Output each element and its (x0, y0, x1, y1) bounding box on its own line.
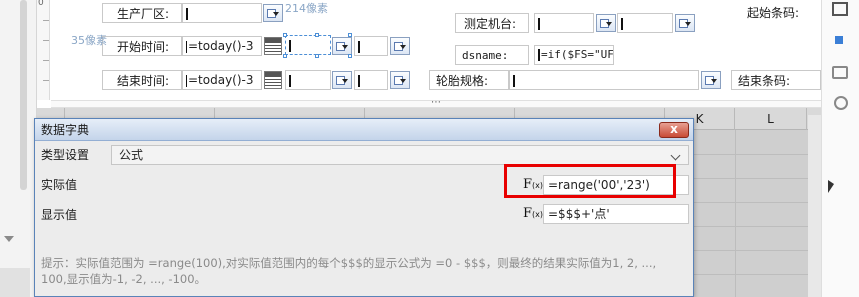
selection-handle[interactable] (315, 33, 319, 37)
ruler-tick (43, 60, 49, 61)
machine-field-2[interactable] (617, 13, 673, 33)
left-scrollbar-thumb[interactable] (20, 0, 27, 190)
grid-line (692, 250, 821, 251)
ruler-tick (43, 40, 49, 41)
height-note: 35像素 (71, 34, 107, 47)
start-hour-field[interactable] (285, 35, 331, 55)
dsname-label: dsname: (455, 45, 529, 65)
column-header-l[interactable]: L (735, 108, 807, 130)
machine-dropdown-1-icon[interactable] (596, 14, 616, 32)
factory-label: 生产厂区: (102, 3, 182, 23)
link-icon[interactable] (831, 93, 851, 113)
selection-handle[interactable] (348, 33, 352, 37)
end-time-label: 结束时间: (102, 70, 182, 90)
close-icon[interactable]: x (659, 122, 689, 138)
type-setting-value: 公式 (119, 148, 144, 162)
tire-spec-label: 轮胎规格: (429, 70, 509, 90)
grid-line (692, 202, 821, 203)
end-minute-dropdown-icon[interactable] (390, 71, 410, 89)
dsname-field[interactable]: =if($FS="UF", (534, 45, 614, 65)
ruler-tick (43, 20, 49, 21)
design-canvas: 生产厂区: 214像素 测定机台: 起始条码: 开始时间: =today()-3… (51, 0, 821, 100)
vertical-ruler: 0 (37, 0, 50, 100)
grid-line (692, 154, 821, 155)
chevron-down-icon[interactable] (670, 150, 681, 161)
selection-handle[interactable] (348, 54, 352, 58)
start-minute-field[interactable] (354, 36, 388, 56)
grid-line (735, 130, 736, 297)
ruler-tick (43, 80, 49, 81)
machine-dropdown-2-icon[interactable] (675, 14, 695, 32)
factory-dropdown-icon[interactable] (263, 4, 283, 22)
type-setting-select[interactable]: 公式 (111, 145, 689, 165)
square-frame-icon[interactable] (832, 2, 848, 16)
left-panel (0, 0, 37, 297)
type-setting-label: 类型设置 (41, 148, 90, 162)
mouse-cursor-icon (828, 180, 834, 193)
grid-line (692, 178, 821, 179)
selection-handle[interactable] (283, 33, 287, 37)
end-minute-field[interactable] (354, 70, 388, 90)
end-hour-dropdown-icon[interactable] (332, 71, 352, 89)
machine-label: 测定机台: (455, 13, 529, 33)
machine-field-1[interactable] (534, 13, 594, 33)
selection-handle[interactable] (283, 54, 287, 58)
end-code-label: 结束条码: (731, 70, 821, 90)
display-value-input[interactable]: =$$$+'点' (543, 204, 689, 224)
dialog-titlebar[interactable]: 数据字典 x (35, 119, 693, 141)
end-calendar-icon[interactable] (264, 71, 282, 89)
start-code-label: 起始条码: (747, 6, 800, 20)
start-minute-dropdown-icon[interactable] (390, 37, 410, 55)
grid-line (692, 274, 821, 275)
panel-splitter[interactable]: ⋯ (51, 98, 821, 108)
highlight-box (504, 164, 676, 198)
scroll-down-arrow-icon[interactable] (4, 236, 14, 242)
factory-field[interactable] (182, 3, 262, 23)
width-note: 214像素 (285, 2, 328, 15)
ruler-label: 0 (38, 0, 44, 8)
grid-line (692, 226, 821, 227)
end-hour-field[interactable] (285, 70, 331, 90)
layers-icon[interactable] (832, 66, 848, 79)
selection-handle[interactable] (315, 54, 319, 58)
start-hour-dropdown-icon[interactable] (332, 37, 352, 55)
dialog-title: 数据字典 (41, 123, 90, 137)
end-time-field[interactable]: =today()-3 (182, 70, 262, 90)
right-toolbar (821, 0, 859, 297)
data-dictionary-dialog: 数据字典 x 类型设置 公式 实际值 F(x) =range('00','23'… (34, 118, 694, 297)
start-time-field[interactable]: =today()-3 (182, 36, 262, 56)
start-time-label: 开始时间: (102, 36, 182, 56)
start-calendar-icon[interactable] (264, 37, 282, 55)
grid-scrollbar[interactable] (808, 115, 821, 297)
hint-text: 提示：实际值范围为 =range(100),对实际值范围内的每个$$$的显示公式… (41, 256, 657, 286)
tire-spec-field[interactable] (509, 70, 699, 90)
formula-icon[interactable]: F(x) (523, 204, 543, 224)
display-value-label: 显示值 (41, 208, 78, 222)
actual-value-label: 实际值 (41, 178, 78, 192)
tire-spec-dropdown-icon[interactable] (701, 71, 721, 89)
blue-square-icon[interactable] (835, 36, 843, 44)
left-panel-footer (0, 268, 30, 297)
